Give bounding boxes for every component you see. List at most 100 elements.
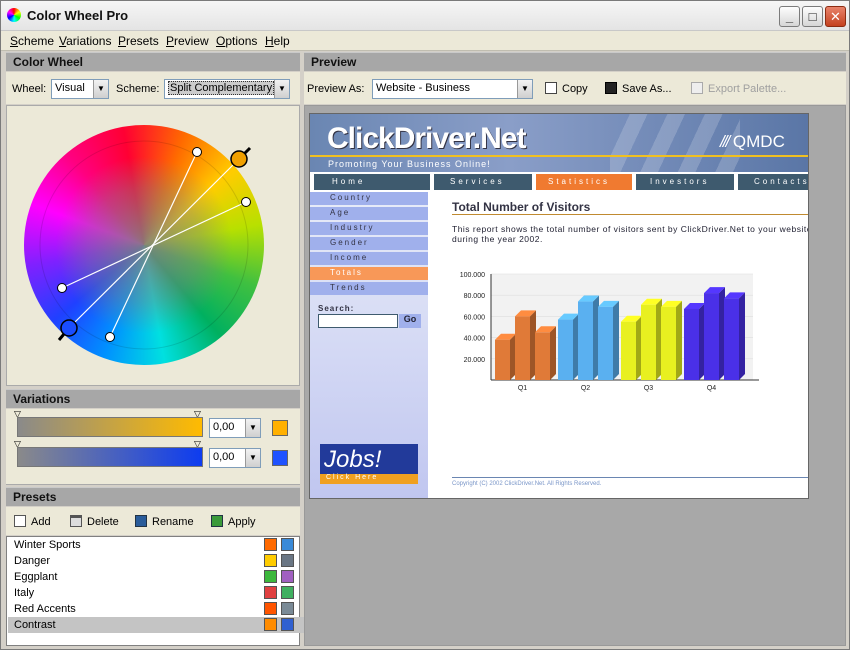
chevron-down-icon: ▼ [93, 80, 108, 98]
jobs-banner[interactable]: Jobs! Click Here [320, 444, 418, 484]
minimize-button[interactable]: _ [779, 6, 800, 27]
x-tick-label: Q2 [581, 385, 590, 392]
list-item[interactable]: Red Accents [8, 601, 304, 617]
side-age[interactable]: Age [310, 207, 428, 220]
side-trends[interactable]: Trends [310, 282, 428, 295]
side-country[interactable]: Country [310, 192, 428, 205]
list-item[interactable]: Eggplant [8, 569, 304, 585]
site-nav: Home Services Statistics Investors Conta… [310, 174, 808, 190]
list-item[interactable]: Danger [8, 553, 304, 569]
bar [724, 298, 739, 380]
scheme-label: Scheme: [116, 83, 160, 95]
bar [661, 306, 676, 380]
presets-list: Winter Sports Danger Eggplant Italy Red … [6, 536, 304, 646]
menu-scheme[interactable]: Scheme [10, 34, 54, 48]
variation-value-1[interactable]: 0,00 ▼ [209, 418, 261, 438]
menu-options[interactable]: Options [216, 34, 257, 48]
presets-panel-title: Presets [6, 487, 300, 506]
preview-as-label: Preview As: [307, 83, 365, 95]
preview-toolbar: Preview As: Website - Business ▼ Copy Sav… [304, 72, 846, 104]
close-button[interactable]: ✕ [825, 6, 846, 27]
secondary-color-handle[interactable] [60, 319, 78, 337]
chevron-down-icon: ▼ [245, 419, 260, 437]
list-item[interactable]: Italy [8, 585, 304, 601]
y-tick-label: 20.000 [464, 357, 486, 364]
preview-as-select[interactable]: Website - Business ▼ [372, 79, 533, 99]
menu-variations[interactable]: Variations [59, 34, 111, 48]
title-bar: Color Wheel Pro _ □ ✕ [1, 1, 849, 31]
bar [598, 306, 613, 380]
rename-preset-button[interactable]: Rename [135, 515, 194, 528]
nav-investors[interactable]: Investors [636, 174, 734, 190]
bar [578, 301, 593, 380]
bar-side [739, 292, 745, 380]
nav-services[interactable]: Services [434, 174, 532, 190]
side-income[interactable]: Income [310, 252, 428, 265]
menu-presets[interactable]: Presets [118, 34, 159, 48]
list-item[interactable]: Winter Sports [8, 537, 304, 553]
rename-icon [135, 515, 147, 527]
content-body: This report shows the total number of vi… [452, 224, 809, 244]
menu-preview[interactable]: Preview [166, 34, 209, 48]
variation-swatch-2[interactable] [272, 450, 288, 466]
scheme-handle-1[interactable] [192, 147, 202, 157]
bar [641, 304, 656, 380]
scheme-handle-2[interactable] [241, 197, 251, 207]
delete-preset-button[interactable]: Delete [70, 515, 119, 528]
bar-side [613, 300, 619, 380]
copy-button[interactable]: Copy [545, 82, 588, 95]
side-industry[interactable]: Industry [310, 222, 428, 235]
chevron-down-icon: ▼ [517, 80, 532, 98]
window-title: Color Wheel Pro [27, 8, 129, 23]
go-button[interactable]: Go [399, 314, 421, 328]
variation-swatch-1[interactable] [272, 420, 288, 436]
bar [515, 316, 530, 380]
bar [495, 339, 510, 380]
nav-contacts[interactable]: Contacts [738, 174, 808, 190]
site-brand: /// QMDC [720, 132, 785, 151]
x-tick-label: Q1 [518, 385, 527, 392]
app-window: Color Wheel Pro _ □ ✕ Scheme Variations … [0, 0, 850, 650]
bar [535, 332, 550, 380]
color-wheel-area [6, 105, 300, 386]
wheel-label: Wheel: [12, 83, 47, 95]
trash-icon [70, 515, 82, 527]
variation-gradient-2[interactable] [17, 447, 203, 467]
search-label: Search: [318, 304, 355, 313]
bar-side [676, 300, 682, 380]
visitors-chart: 100.000 80.000 60.000 40.000 20.000 Q1 Q2 Q3 Q4 [460, 272, 759, 392]
bar [558, 319, 573, 380]
variation-value-2[interactable]: 0,00 ▼ [209, 448, 261, 468]
y-tick-label: 40.000 [464, 336, 486, 343]
menu-help[interactable]: Help [265, 34, 290, 48]
site-tagline: Promoting Your Business Online! [328, 159, 491, 169]
apply-preset-button[interactable]: Apply [211, 515, 256, 528]
search-input[interactable] [318, 314, 398, 328]
floppy-disk-icon [605, 82, 617, 94]
presets-toolbar: Add Delete Rename Apply [6, 507, 300, 535]
menu-bar: Scheme Variations Presets Preview Option… [1, 31, 849, 51]
site-copyright: Copyright (C) 2002 ClickDriver.Net. All … [452, 481, 602, 487]
color-wheel-canvas[interactable] [7, 106, 299, 385]
add-preset-button[interactable]: Add [14, 515, 51, 528]
list-item-selected[interactable]: Contrast [8, 617, 304, 633]
nav-home[interactable]: Home [314, 174, 430, 190]
color-wheel-app-icon [7, 8, 21, 22]
side-totals[interactable]: Totals [310, 267, 428, 280]
bar [684, 308, 699, 380]
scheme-select[interactable]: Split Complementary ▼ [164, 79, 290, 99]
chevron-down-icon: ▼ [245, 449, 260, 467]
maximize-button[interactable]: □ [802, 6, 823, 27]
side-gender[interactable]: Gender [310, 237, 428, 250]
wheel-select[interactable]: Visual ▼ [51, 79, 109, 99]
primary-color-handle[interactable] [230, 150, 248, 168]
y-tick-label: 80.000 [464, 293, 486, 300]
website-preview: ClickDriver.Net /// QMDC Promoting Your … [309, 113, 809, 499]
variation-gradient-1[interactable] [17, 417, 203, 437]
variations-panel-title: Variations [6, 389, 300, 408]
nav-statistics[interactable]: Statistics [536, 174, 632, 190]
save-as-button[interactable]: Save As... [605, 82, 672, 95]
site-header: ClickDriver.Net /// QMDC Promoting Your … [310, 114, 808, 172]
scheme-handle-3[interactable] [57, 283, 67, 293]
scheme-handle-4[interactable] [105, 332, 115, 342]
